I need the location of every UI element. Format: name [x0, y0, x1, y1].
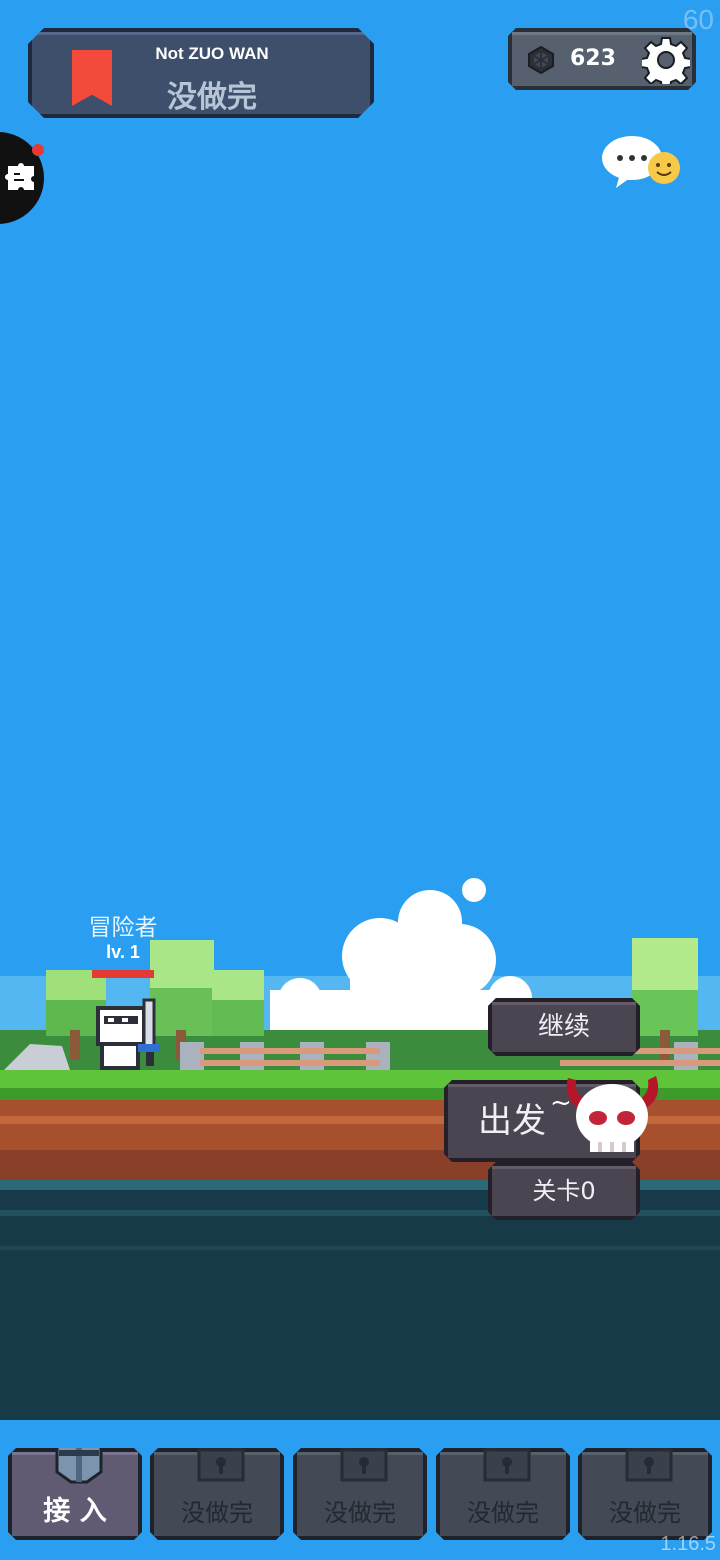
gear-icon[interactable]: [642, 36, 690, 84]
title-panel[interactable]: Not ZUO WAN 没做完: [28, 28, 374, 118]
notification-dot: [32, 144, 44, 156]
nav-item-connect[interactable]: 接 入: [8, 1448, 142, 1540]
helmet-icon: [49, 1420, 109, 1484]
player-hp-bar: [92, 970, 154, 978]
lock-icon: [191, 1420, 251, 1484]
nav-item-locked-1[interactable]: 没做完: [150, 1448, 284, 1540]
lock-icon: [477, 1420, 537, 1484]
nav-item-locked-2[interactable]: 没做完: [293, 1448, 427, 1540]
nav-label: 没做完: [181, 1499, 253, 1527]
player-name: 冒险者: [88, 915, 158, 941]
currency-panel: 623: [508, 28, 696, 90]
nav-label: 接 入: [43, 1496, 107, 1527]
nav-item-locked-4[interactable]: 没做完: [578, 1448, 712, 1540]
continue-button[interactable]: 继续: [488, 998, 640, 1056]
lock-icon: [619, 1420, 679, 1484]
knight-sprite[interactable]: [88, 994, 168, 1074]
lock-icon: [334, 1420, 394, 1484]
devil-skull-icon: [566, 1076, 659, 1152]
gem-icon: [526, 45, 556, 75]
nav-item-locked-3[interactable]: 没做完: [436, 1448, 570, 1540]
bookmark-icon: [72, 50, 112, 106]
nav-label: 没做完: [609, 1499, 681, 1527]
game-title-en: Not ZUO WAN: [155, 44, 269, 63]
game-title-cn: 没做完: [167, 80, 257, 115]
version-label: 1.16.5: [660, 1533, 716, 1555]
nav-label: 没做完: [467, 1499, 539, 1527]
chat-icon[interactable]: [600, 132, 686, 192]
stage-button[interactable]: 关卡0: [488, 1162, 640, 1220]
gem-count: 623: [570, 46, 616, 71]
nav-label: 没做完: [324, 1499, 396, 1527]
player-level: lv. 1: [106, 942, 140, 962]
puzzle-icon[interactable]: [4, 160, 38, 194]
